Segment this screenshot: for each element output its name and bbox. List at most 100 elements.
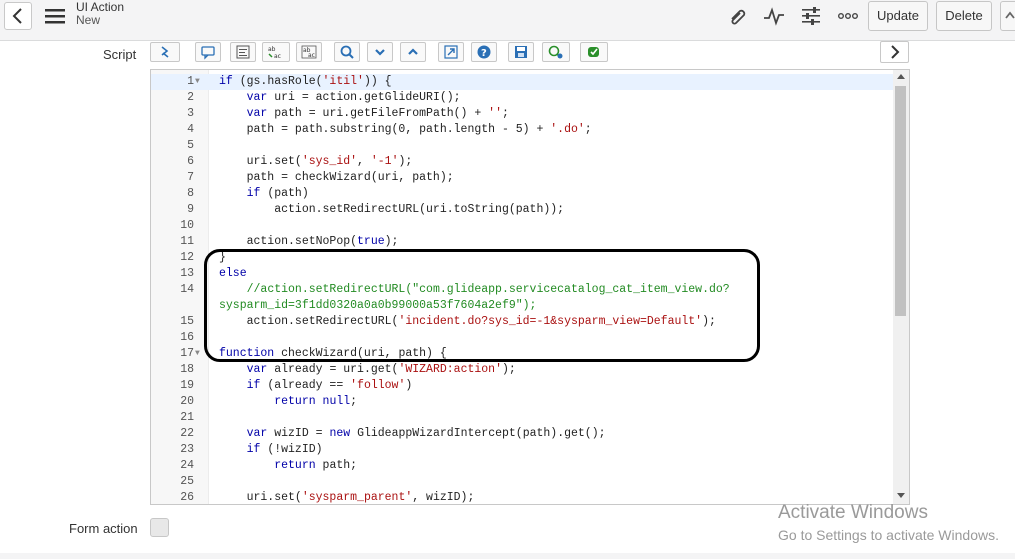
code-line[interactable]: 2 var uri = action.getGlideURI(); (151, 90, 893, 106)
bottom-strip (0, 553, 1015, 559)
hamburger-menu-icon[interactable] (44, 7, 66, 25)
code-text: path = checkWizard(uri, path); (219, 171, 454, 184)
replace-button[interactable]: ab ac (262, 42, 290, 62)
code-text: return path; (274, 459, 358, 472)
code-line[interactable]: 9 action.setRedirectURL(uri.toString(pat… (151, 202, 893, 218)
code-text: } (219, 251, 226, 264)
delete-button[interactable]: Delete (936, 1, 992, 31)
comment-icon (201, 46, 215, 60)
code-line[interactable]: 6 uri.set('sys_id', '-1'); (151, 154, 893, 170)
code-text: var uri = action.getGlideURI(); (246, 91, 461, 104)
line-number: 18 (180, 363, 194, 376)
code-line[interactable]: 7 path = checkWizard(uri, path); (151, 170, 893, 186)
save-button[interactable] (508, 42, 534, 62)
line-number: 5 (187, 139, 194, 152)
overflow-button[interactable] (1000, 1, 1015, 31)
line-number: 15 (180, 315, 194, 328)
format-code-button[interactable] (230, 42, 256, 62)
svg-text:ac: ac (274, 53, 281, 60)
activity-icon[interactable] (762, 6, 786, 26)
script-editor[interactable]: 1 ▼ if (gs.hasRole('itil')) {2 var uri = a… (150, 69, 910, 505)
script-debug-icon (548, 45, 563, 59)
form-subtitle: New (76, 13, 101, 27)
code-line[interactable]: 25 (151, 474, 893, 490)
code-line[interactable]: 14 //action.setRedirectURL("com.glideapp… (151, 282, 893, 298)
code-line[interactable]: 13 else (151, 266, 893, 282)
code-line[interactable]: 15 action.setRedirectURL('incident.do?sy… (151, 314, 893, 330)
settings-sliders-icon[interactable] (799, 6, 823, 26)
code-text: else (219, 267, 247, 280)
code-line[interactable]: 4 path = path.substring(0, path.length -… (151, 122, 893, 138)
scroll-up-arrow-icon[interactable] (897, 74, 905, 79)
line-number: 21 (180, 411, 194, 424)
activate-windows-title: Activate Windows (778, 502, 928, 523)
line-number: 24 (180, 459, 194, 472)
code-line[interactable]: 1 ▼ if (gs.hasRole('itil')) { (151, 74, 893, 90)
code-text: path = path.substring(0, path.length - 5… (219, 123, 592, 136)
fold-toggle-icon[interactable]: ▼ (195, 74, 200, 90)
code-line[interactable]: 11 action.setNoPop(true); (151, 234, 893, 250)
search-button[interactable] (334, 42, 360, 62)
code-line[interactable]: 17 ▼ function checkWizard(uri, path) { (151, 346, 893, 362)
line-number: 22 (180, 427, 194, 440)
line-number: 11 (180, 235, 194, 248)
code-text: return null; (274, 395, 358, 408)
code-line[interactable]: 22 var wizID = new GlideappWizardInterce… (151, 426, 893, 442)
line-number: 17 (180, 347, 194, 360)
code-line[interactable]: 3 var path = uri.getFileFromPath() + ''; (151, 106, 893, 122)
replace-all-button[interactable]: ab ac (296, 42, 322, 62)
line-number: 9 (187, 203, 194, 216)
code-line[interactable]: 20 return null; (151, 394, 893, 410)
syntax-check-button[interactable] (580, 42, 608, 62)
line-number: 25 (180, 475, 194, 488)
fullscreen-button[interactable] (438, 42, 464, 62)
up-arrow-icon (1005, 11, 1015, 19)
vertical-scrollbar[interactable] (893, 70, 909, 504)
form-action-checkbox[interactable] (150, 518, 169, 537)
help-icon: ? (477, 45, 491, 59)
code-line[interactable]: 23 if (!wizID) (151, 442, 893, 458)
help-button[interactable]: ? (471, 42, 497, 62)
code-line[interactable]: 19 if (already == 'follow') (151, 378, 893, 394)
line-number: 23 (180, 443, 194, 456)
more-icon[interactable] (836, 6, 860, 26)
line-number: 1 (187, 75, 194, 88)
line-number: 7 (187, 171, 194, 184)
format-code-icon (236, 45, 250, 59)
fullscreen-icon (444, 45, 458, 59)
code-line[interactable]: 16 (151, 330, 893, 346)
line-number: 6 (187, 155, 194, 168)
code-line[interactable]: 24 return path; (151, 458, 893, 474)
code-line[interactable]: 12} (151, 250, 893, 266)
code-line[interactable]: 10 (151, 218, 893, 234)
attachment-icon[interactable] (726, 6, 750, 26)
script-debug-button[interactable] (542, 42, 570, 62)
svg-text:ab: ab (268, 46, 276, 53)
expand-editor-button[interactable] (880, 41, 909, 63)
scroll-down-arrow-icon[interactable] (897, 493, 905, 498)
fold-toggle-icon[interactable]: ▼ (195, 346, 200, 362)
scrollbar-thumb[interactable] (895, 86, 906, 316)
code-text: sysparm_id=3f1dd0320a0a0b99000a53f7604a2… (219, 299, 537, 312)
code-line[interactable]: 5 (151, 138, 893, 154)
expand-button[interactable] (400, 42, 426, 62)
code-text: if (!wizID) (246, 443, 323, 456)
line-number: 12 (180, 251, 194, 264)
update-button[interactable]: Update (868, 1, 928, 31)
collapse-button[interactable] (367, 42, 393, 62)
activate-windows-subtitle: Go to Settings to activate Windows. (778, 527, 999, 543)
code-line[interactable]: 8 if (path) (151, 186, 893, 202)
code-text: if (gs.hasRole('itil')) { (219, 75, 392, 88)
toggle-syntax-button[interactable] (150, 42, 180, 62)
code-line[interactable]: 21 (151, 410, 893, 426)
chevron-up-icon (408, 48, 418, 55)
comment-button[interactable] (195, 42, 221, 62)
replace-all-icon: abac (301, 45, 317, 59)
back-icon (12, 8, 22, 24)
code-line[interactable]: sysparm_id=3f1dd0320a0a0b99000a53f7604a2… (151, 298, 893, 314)
back-button[interactable] (4, 2, 32, 30)
line-number: 14 (180, 283, 194, 296)
code-text: var wizID = new GlideappWizardIntercept(… (246, 427, 606, 440)
line-number: 2 (187, 91, 194, 104)
code-line[interactable]: 18 var already = uri.get('WIZARD:action'… (151, 362, 893, 378)
